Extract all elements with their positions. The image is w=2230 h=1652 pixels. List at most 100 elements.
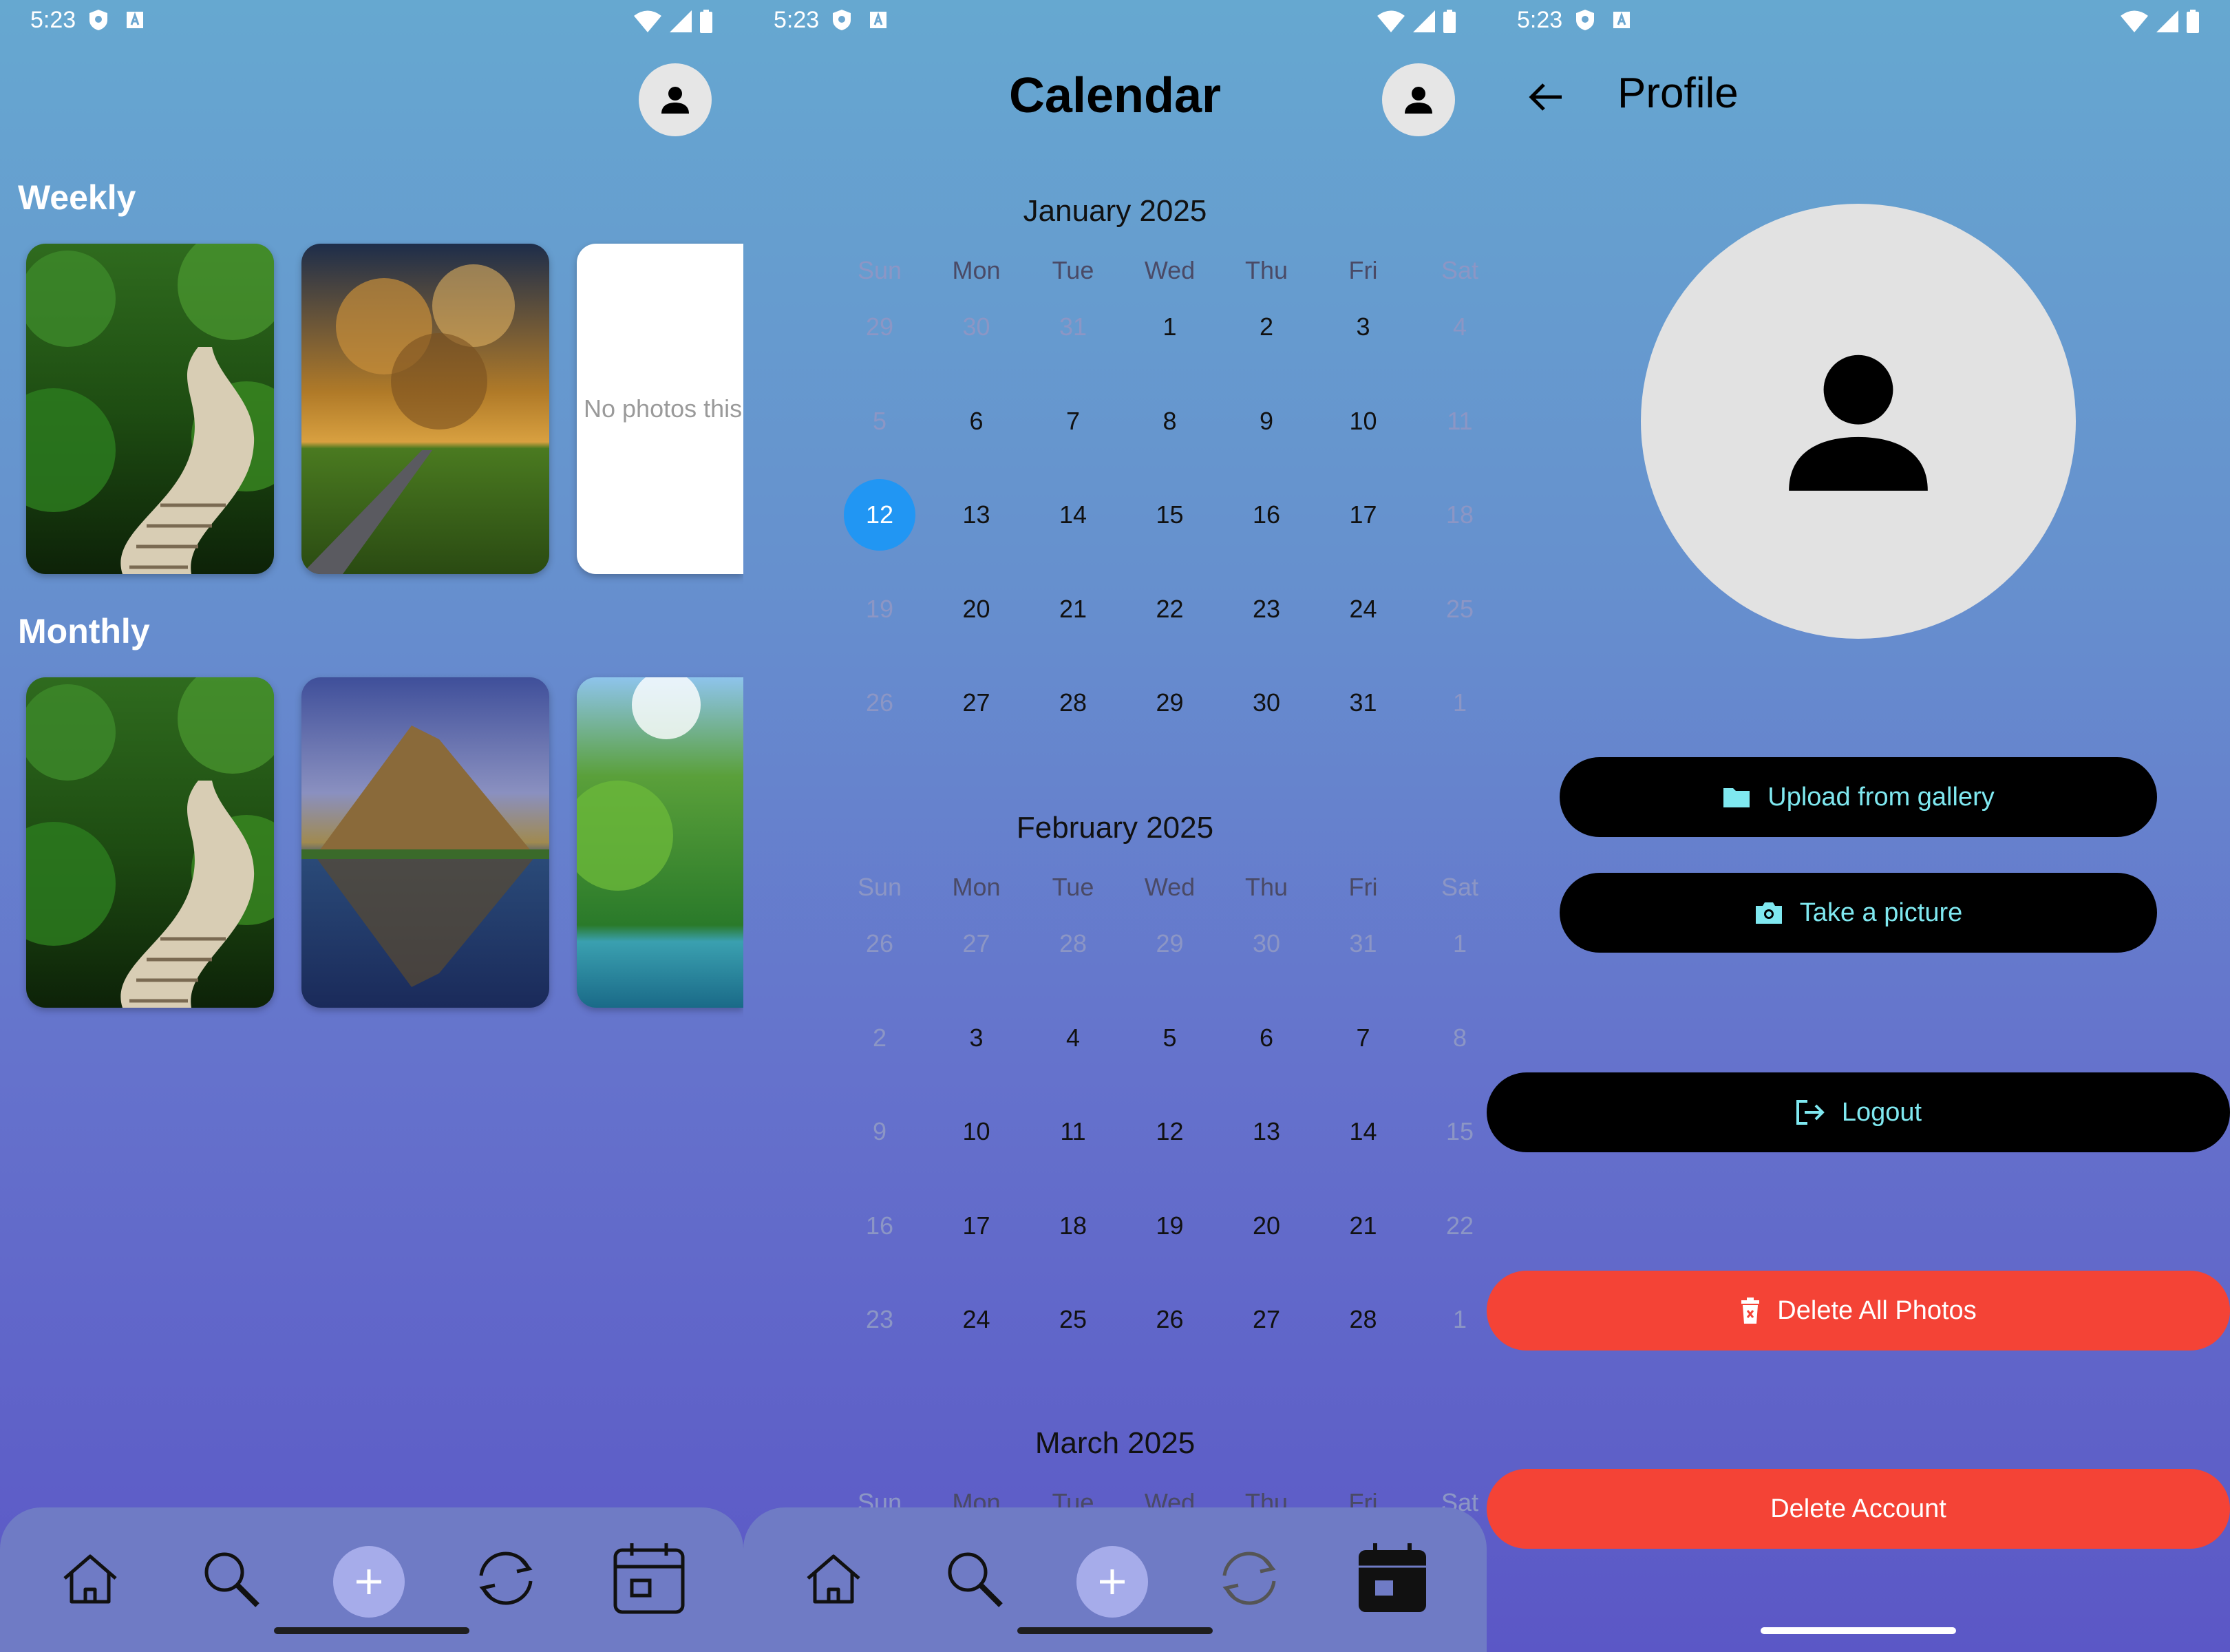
calendar-day[interactable]: 27 — [1218, 1305, 1315, 1334]
calendar-day[interactable]: 26 — [1122, 1305, 1218, 1334]
back-button[interactable] — [1521, 73, 1569, 121]
calendar-day[interactable]: 14 — [1315, 1117, 1412, 1146]
weekday-header: Tue — [1052, 873, 1094, 901]
calendar-day[interactable]: 9 — [831, 1117, 928, 1146]
calendar-day[interactable]: 15 — [1412, 1117, 1487, 1146]
calendar-day[interactable]: 10 — [1315, 407, 1412, 436]
weekly-photo-forest[interactable] — [26, 244, 274, 574]
calendar-day[interactable]: 29 — [1122, 929, 1218, 958]
logout-button[interactable]: Logout — [1487, 1072, 2230, 1152]
calendar-day[interactable]: 28 — [1025, 688, 1121, 717]
weekly-photo-clouds[interactable] — [301, 244, 549, 574]
nav-sync[interactable] — [1211, 1540, 1287, 1616]
calendar-day[interactable]: 20 — [928, 595, 1025, 624]
calendar-day[interactable]: 18 — [1025, 1211, 1121, 1240]
calendar-day[interactable]: 1 — [1412, 929, 1487, 958]
calendar-day[interactable]: 28 — [1315, 1305, 1412, 1334]
calendar-day[interactable]: 24 — [928, 1305, 1025, 1334]
calendar-day[interactable]: 31 — [1315, 929, 1412, 958]
calendar-day[interactable]: 11 — [1412, 407, 1487, 436]
calendar-day[interactable]: 30 — [1218, 688, 1315, 717]
nav-home[interactable] — [52, 1540, 128, 1616]
calendar-day[interactable]: 7 — [1025, 407, 1121, 436]
calendar-day[interactable]: 6 — [928, 407, 1025, 436]
calendar-day[interactable]: 21 — [1315, 1211, 1412, 1240]
calendar-day[interactable]: 22 — [1122, 595, 1218, 624]
calendar-day[interactable]: 16 — [831, 1211, 928, 1240]
calendar-day[interactable]: 23 — [831, 1305, 928, 1334]
calendar-day[interactable]: 31 — [1025, 313, 1121, 341]
calendar-day[interactable]: 8 — [1122, 407, 1218, 436]
calendar-day[interactable]: 7 — [1315, 1024, 1412, 1052]
calendar-day[interactable]: 5 — [1122, 1024, 1218, 1052]
calendar-day[interactable]: 6 — [1218, 1024, 1315, 1052]
status-bar: 5:23 — [743, 0, 1487, 44]
calendar-day-selected[interactable]: 12 — [831, 500, 928, 529]
profile-avatar-button[interactable] — [639, 63, 712, 136]
calendar-day[interactable]: 14 — [1025, 500, 1121, 529]
profile-avatar-button[interactable] — [1382, 63, 1455, 136]
calendar-day[interactable]: 12 — [1122, 1117, 1218, 1146]
calendar-day[interactable]: 13 — [1218, 1117, 1315, 1146]
calendar-day[interactable]: 11 — [1025, 1117, 1121, 1146]
calendar-day[interactable]: 23 — [1218, 595, 1315, 624]
calendar-day[interactable]: 19 — [831, 595, 928, 624]
calendar-day[interactable]: 8 — [1412, 1024, 1487, 1052]
calendar-day[interactable]: 9 — [1218, 407, 1315, 436]
calendar-day[interactable]: 27 — [928, 929, 1025, 958]
profile-photo[interactable] — [1641, 204, 2076, 639]
calendar-day[interactable]: 13 — [928, 500, 1025, 529]
calendar-day[interactable]: 1 — [1122, 313, 1218, 341]
nav-add-button[interactable] — [1076, 1546, 1148, 1618]
nav-add-button[interactable] — [333, 1546, 405, 1618]
nav-sync[interactable] — [468, 1540, 544, 1616]
calendar-day[interactable]: 1 — [1412, 1305, 1487, 1334]
calendar-day[interactable]: 15 — [1122, 500, 1218, 529]
monthly-photo-lake[interactable] — [577, 677, 743, 1008]
nav-search[interactable] — [936, 1540, 1012, 1616]
status-bar: 5:23 — [0, 0, 743, 44]
monthly-photo-mountain[interactable] — [301, 677, 549, 1008]
upload-from-gallery-button[interactable]: Upload from gallery — [1560, 757, 2157, 837]
calendar-day[interactable]: 26 — [831, 929, 928, 958]
calendar-day[interactable]: 5 — [831, 407, 928, 436]
calendar-day[interactable]: 16 — [1218, 500, 1315, 529]
calendar-day[interactable]: 25 — [1025, 1305, 1121, 1334]
calendar-day[interactable]: 18 — [1412, 500, 1487, 529]
delete-account-button[interactable]: Delete Account — [1487, 1469, 2230, 1549]
calendar-day[interactable]: 29 — [1122, 688, 1218, 717]
calendar-day[interactable]: 31 — [1315, 688, 1412, 717]
calendar-day[interactable]: 17 — [928, 1211, 1025, 1240]
calendar-day[interactable]: 30 — [1218, 929, 1315, 958]
calendar-day[interactable]: 2 — [831, 1024, 928, 1052]
calendar-day[interactable]: 1 — [1412, 688, 1487, 717]
calendar-day[interactable]: 3 — [928, 1024, 1025, 1052]
person-icon — [1405, 87, 1432, 114]
calendar-day[interactable]: 27 — [928, 688, 1025, 717]
calendar-day[interactable]: 3 — [1315, 313, 1412, 341]
calendar-day[interactable]: 24 — [1315, 595, 1412, 624]
calendar-day[interactable]: 4 — [1412, 313, 1487, 341]
calendar-day[interactable]: 28 — [1025, 929, 1121, 958]
nav-home[interactable] — [796, 1540, 871, 1616]
delete-all-photos-button[interactable]: Delete All Photos — [1487, 1271, 2230, 1351]
calendar-day[interactable]: 20 — [1218, 1211, 1315, 1240]
nav-calendar[interactable] — [611, 1540, 687, 1616]
nav-calendar-active[interactable] — [1355, 1540, 1430, 1616]
calendar-day[interactable]: 4 — [1025, 1024, 1121, 1052]
calendar-day[interactable]: 25 — [1412, 595, 1487, 624]
home-indicator — [1017, 1627, 1213, 1634]
calendar-day[interactable]: 10 — [928, 1117, 1025, 1146]
calendar-day[interactable]: 19 — [1122, 1211, 1218, 1240]
weekday-header: Sat — [1441, 873, 1479, 901]
calendar-day[interactable]: 26 — [831, 688, 928, 717]
monthly-photo-forest[interactable] — [26, 677, 274, 1008]
calendar-day[interactable]: 21 — [1025, 595, 1121, 624]
calendar-day[interactable]: 22 — [1412, 1211, 1487, 1240]
calendar-day[interactable]: 29 — [831, 313, 928, 341]
calendar-day[interactable]: 17 — [1315, 500, 1412, 529]
calendar-day[interactable]: 2 — [1218, 313, 1315, 341]
calendar-day[interactable]: 30 — [928, 313, 1025, 341]
take-picture-button[interactable]: Take a picture — [1560, 873, 2157, 953]
nav-search[interactable] — [193, 1540, 268, 1616]
